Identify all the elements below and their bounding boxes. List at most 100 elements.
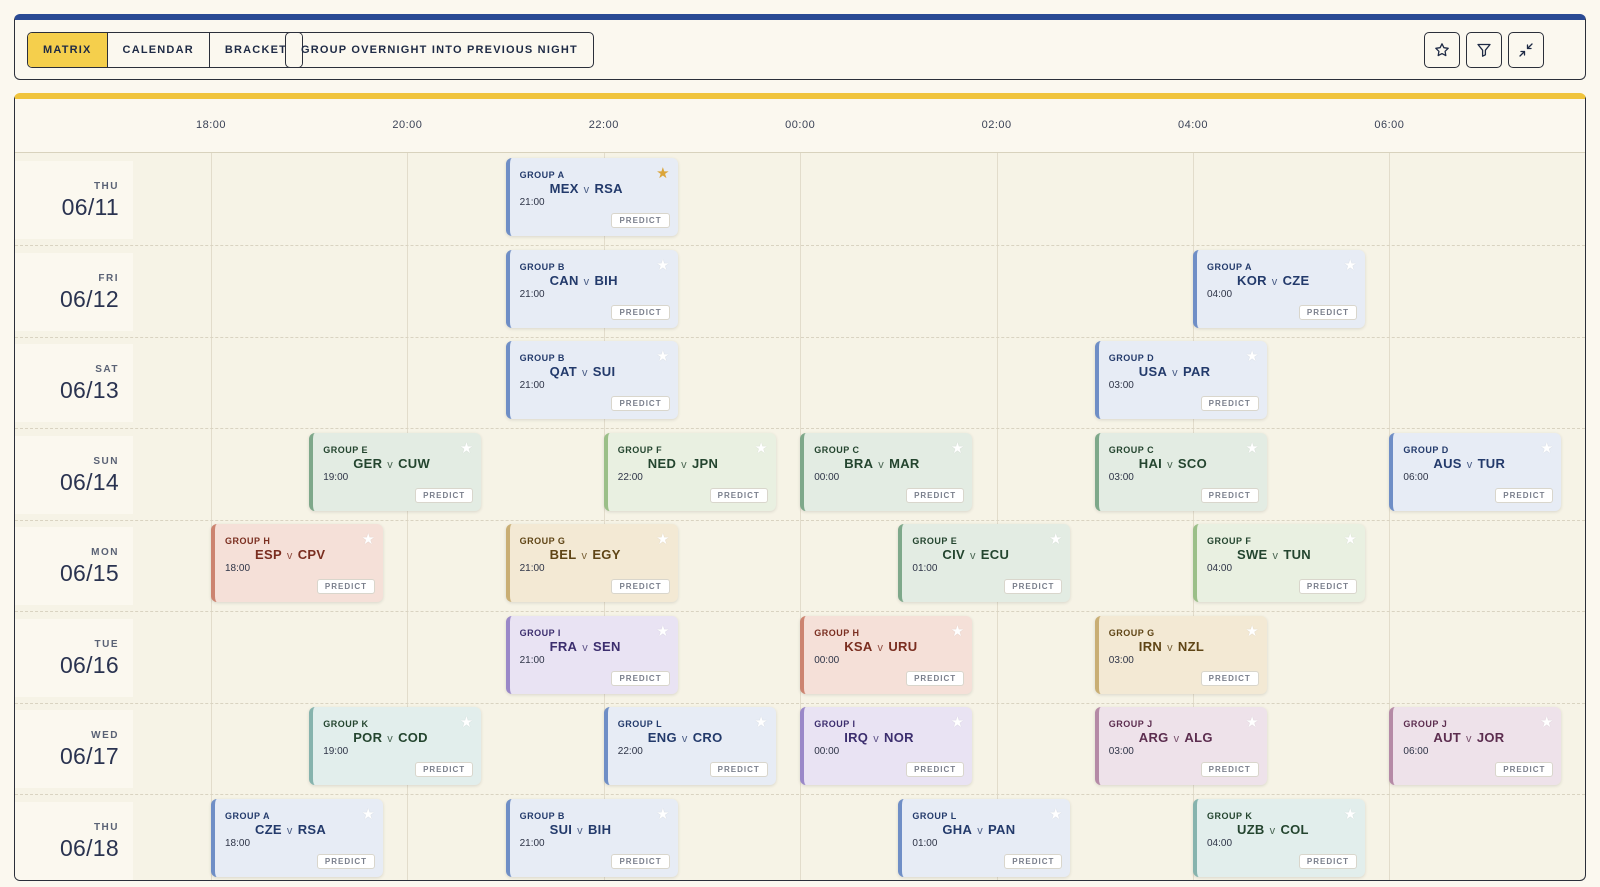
favorite-star-icon[interactable]: ★ (1245, 715, 1258, 730)
match-card[interactable]: GROUP E GER v CUW 19:00 ★ PREDICT (309, 432, 482, 511)
favorite-star-icon[interactable]: ★ (1245, 349, 1258, 364)
predict-button[interactable]: PREDICT (1200, 487, 1259, 503)
favorite-star-icon[interactable]: ★ (1540, 715, 1553, 730)
favorite-star-icon[interactable]: ★ (1344, 807, 1357, 822)
match-card[interactable]: GROUP L GHA v PAN 01:00 ★ PREDICT (898, 798, 1071, 877)
match-card[interactable]: GROUP G IRN v NZL 03:00 ★ PREDICT (1094, 615, 1267, 694)
favorites-button[interactable] (1424, 32, 1460, 68)
day-date: 06/14 (59, 468, 119, 495)
predict-button[interactable]: PREDICT (709, 487, 768, 503)
match-card[interactable]: GROUP A MEX v RSA 21:00 ★ PREDICT (505, 158, 678, 236)
away-team: BIH (594, 272, 618, 288)
predict-button[interactable]: PREDICT (611, 853, 670, 869)
match-card[interactable]: GROUP I IRQ v NOR 00:00 ★ PREDICT (800, 707, 973, 785)
favorite-star-icon[interactable]: ★ (1540, 441, 1553, 456)
match-card[interactable]: GROUP F SWE v TUN 04:00 ★ PREDICT (1193, 524, 1365, 602)
match-card[interactable]: GROUP H KSA v URU 00:00 ★ PREDICT (800, 615, 973, 694)
predict-button[interactable]: PREDICT (415, 487, 474, 503)
predict-button[interactable]: PREDICT (906, 670, 965, 686)
kickoff-time: 21:00 (519, 837, 545, 849)
match-card[interactable]: GROUP H ESP v CPV 18:00 ★ PREDICT (211, 524, 383, 602)
match-group: GROUP K (323, 719, 369, 729)
favorite-star-icon[interactable]: ★ (656, 807, 669, 822)
favorite-star-icon[interactable]: ★ (951, 715, 964, 730)
match-card[interactable]: GROUP L ENG v CRO 22:00 ★ PREDICT (603, 707, 776, 785)
predict-button[interactable]: PREDICT (1298, 579, 1357, 594)
favorite-star-icon[interactable]: ★ (656, 166, 669, 181)
home-team: IRN (1138, 638, 1163, 654)
favorite-star-icon[interactable]: ★ (1049, 807, 1062, 822)
favorite-star-icon[interactable]: ★ (1049, 532, 1062, 547)
favorite-star-icon[interactable]: ★ (754, 441, 767, 456)
away-team: SEN (593, 638, 621, 654)
predict-button[interactable]: PREDICT (1200, 670, 1259, 686)
match-card[interactable]: GROUP C HAI v SCO 03:00 ★ PREDICT (1094, 432, 1267, 511)
match-card[interactable]: GROUP G BEL v EGY 21:00 ★ PREDICT (505, 524, 678, 602)
home-team: KSA (844, 638, 873, 654)
predict-button[interactable]: PREDICT (1495, 487, 1554, 503)
favorite-star-icon[interactable]: ★ (656, 258, 669, 273)
match-card[interactable]: GROUP D AUS v TUR 06:00 ★ PREDICT (1389, 432, 1562, 511)
group-overnight-toggle[interactable]: GROUP OVERNIGHT INTO PREVIOUS NIGHT (285, 32, 594, 68)
home-team: HAI (1138, 455, 1163, 471)
predict-button[interactable]: PREDICT (906, 487, 965, 503)
predict-button[interactable]: PREDICT (611, 579, 670, 594)
versus-label: v (681, 733, 688, 745)
favorite-star-icon[interactable]: ★ (1245, 624, 1258, 639)
predict-button[interactable]: PREDICT (611, 304, 670, 320)
match-card[interactable]: GROUP I FRA v SEN 21:00 ★ PREDICT (505, 615, 678, 694)
favorite-star-icon[interactable]: ★ (1245, 441, 1258, 456)
tab-calendar[interactable]: CALENDAR (107, 33, 210, 67)
match-card[interactable]: GROUP B SUI v BIH 21:00 ★ PREDICT (505, 798, 678, 877)
match-card[interactable]: GROUP K UZB v COL 04:00 ★ PREDICT (1193, 798, 1365, 877)
favorite-star-icon[interactable]: ★ (460, 441, 473, 456)
favorite-star-icon[interactable]: ★ (362, 532, 375, 547)
match-group: GROUP A (225, 810, 271, 821)
predict-button[interactable]: PREDICT (611, 213, 670, 228)
match-card[interactable]: GROUP J ARG v ALG 03:00 ★ PREDICT (1094, 707, 1267, 785)
predict-button[interactable]: PREDICT (1004, 579, 1063, 594)
match-card[interactable]: GROUP J AUT v JOR 06:00 ★ PREDICT (1389, 707, 1562, 785)
predict-button[interactable]: PREDICT (1200, 396, 1259, 411)
tab-matrix[interactable]: MATRIX (28, 33, 108, 67)
day-date: 06/12 (59, 285, 119, 312)
predict-button[interactable]: PREDICT (316, 579, 375, 594)
predict-button[interactable]: PREDICT (611, 396, 670, 411)
filter-button[interactable] (1466, 32, 1502, 68)
favorite-star-icon[interactable]: ★ (1344, 258, 1357, 273)
match-card[interactable]: GROUP E CIV v ECU 01:00 ★ PREDICT (898, 524, 1071, 602)
time-tick: 04:00 (1177, 119, 1209, 131)
predict-button[interactable]: PREDICT (1200, 762, 1259, 777)
match-card[interactable]: GROUP F NED v JPN 22:00 ★ PREDICT (603, 432, 776, 511)
predict-button[interactable]: PREDICT (611, 670, 670, 686)
predict-button[interactable]: PREDICT (1495, 762, 1554, 777)
match-teams: KSA v URU (844, 639, 917, 654)
favorite-star-icon[interactable]: ★ (656, 624, 669, 639)
match-card[interactable]: GROUP B QAT v SUI 21:00 ★ PREDICT (505, 341, 678, 419)
favorite-star-icon[interactable]: ★ (951, 441, 964, 456)
match-card[interactable]: GROUP B CAN v BIH 21:00 ★ PREDICT (505, 249, 678, 328)
versus-label: v (1167, 458, 1173, 471)
favorite-star-icon[interactable]: ★ (656, 349, 669, 364)
day-of-week: THU (93, 821, 119, 833)
predict-button[interactable]: PREDICT (316, 853, 375, 869)
favorite-star-icon[interactable]: ★ (951, 624, 964, 639)
predict-button[interactable]: PREDICT (1298, 853, 1357, 869)
favorite-star-icon[interactable]: ★ (754, 715, 767, 730)
favorite-star-icon[interactable]: ★ (362, 807, 375, 822)
predict-button[interactable]: PREDICT (709, 762, 768, 777)
predict-button[interactable]: PREDICT (1298, 304, 1357, 320)
predict-button[interactable]: PREDICT (415, 762, 474, 777)
predict-button[interactable]: PREDICT (906, 762, 965, 777)
predict-button[interactable]: PREDICT (1004, 853, 1063, 869)
match-card[interactable]: GROUP A KOR v CZE 04:00 ★ PREDICT (1193, 249, 1365, 328)
favorite-star-icon[interactable]: ★ (1344, 532, 1357, 547)
favorite-star-icon[interactable]: ★ (460, 715, 473, 730)
match-card[interactable]: GROUP A CZE v RSA 18:00 ★ PREDICT (211, 798, 383, 877)
match-card[interactable]: GROUP K POR v COD 19:00 ★ PREDICT (309, 707, 482, 785)
collapse-button[interactable] (1508, 32, 1544, 68)
favorite-star-icon[interactable]: ★ (656, 532, 669, 547)
match-card[interactable]: GROUP D USA v PAR 03:00 ★ PREDICT (1094, 341, 1267, 419)
match-card[interactable]: GROUP C BRA v MAR 00:00 ★ PREDICT (800, 432, 973, 511)
time-tick: 20:00 (392, 119, 423, 131)
